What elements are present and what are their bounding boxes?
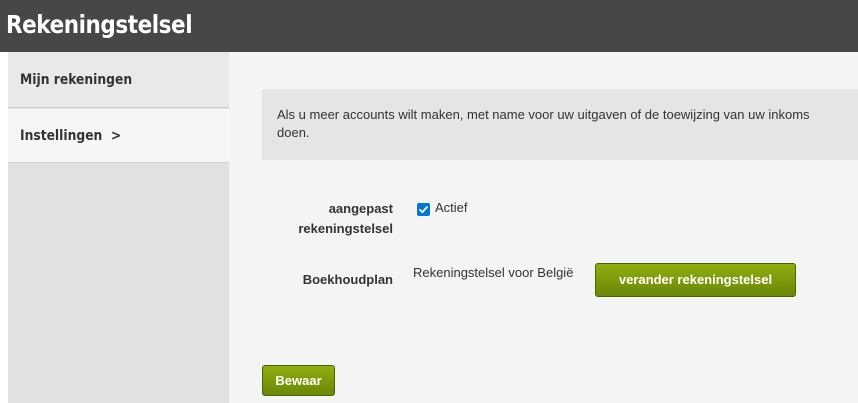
checkmark-icon xyxy=(419,206,428,214)
save-button[interactable]: Bewaar xyxy=(262,365,335,396)
accounting-plan-label: Boekhoudplan xyxy=(302,272,393,287)
info-text-line-1: Als u meer accounts wilt maken, met name… xyxy=(277,107,810,122)
info-text-line-2: doen. xyxy=(277,125,310,140)
sidebar-item-settings[interactable]: Instellingen > xyxy=(8,109,229,163)
main-content: Als u meer accounts wilt maken, met name… xyxy=(229,52,858,403)
custom-chart-label: aangepast rekeningstelsel xyxy=(253,199,393,239)
active-checkbox[interactable] xyxy=(417,203,430,216)
custom-chart-label-line-2: rekeningstelsel xyxy=(298,221,393,236)
info-message: Als u meer accounts wilt maken, met name… xyxy=(262,89,858,160)
sidebar-item-my-accounts[interactable]: Mijn rekeningen xyxy=(8,52,229,108)
active-checkbox-label[interactable]: Actief xyxy=(435,200,468,215)
accounting-plan-value: Rekeningstelsel voor België xyxy=(413,265,574,280)
change-chart-button[interactable]: verander rekeningstelsel xyxy=(595,263,796,297)
page-title: Rekeningstelsel xyxy=(6,10,193,39)
custom-chart-label-line-1: aangepast xyxy=(328,201,393,216)
app-header: Rekeningstelsel xyxy=(0,0,858,52)
sidebar-item-label: Instellingen > xyxy=(20,128,122,144)
sidebar-item-label: Mijn rekeningen xyxy=(20,72,133,88)
sidebar: Mijn rekeningen Instellingen > xyxy=(8,52,229,403)
